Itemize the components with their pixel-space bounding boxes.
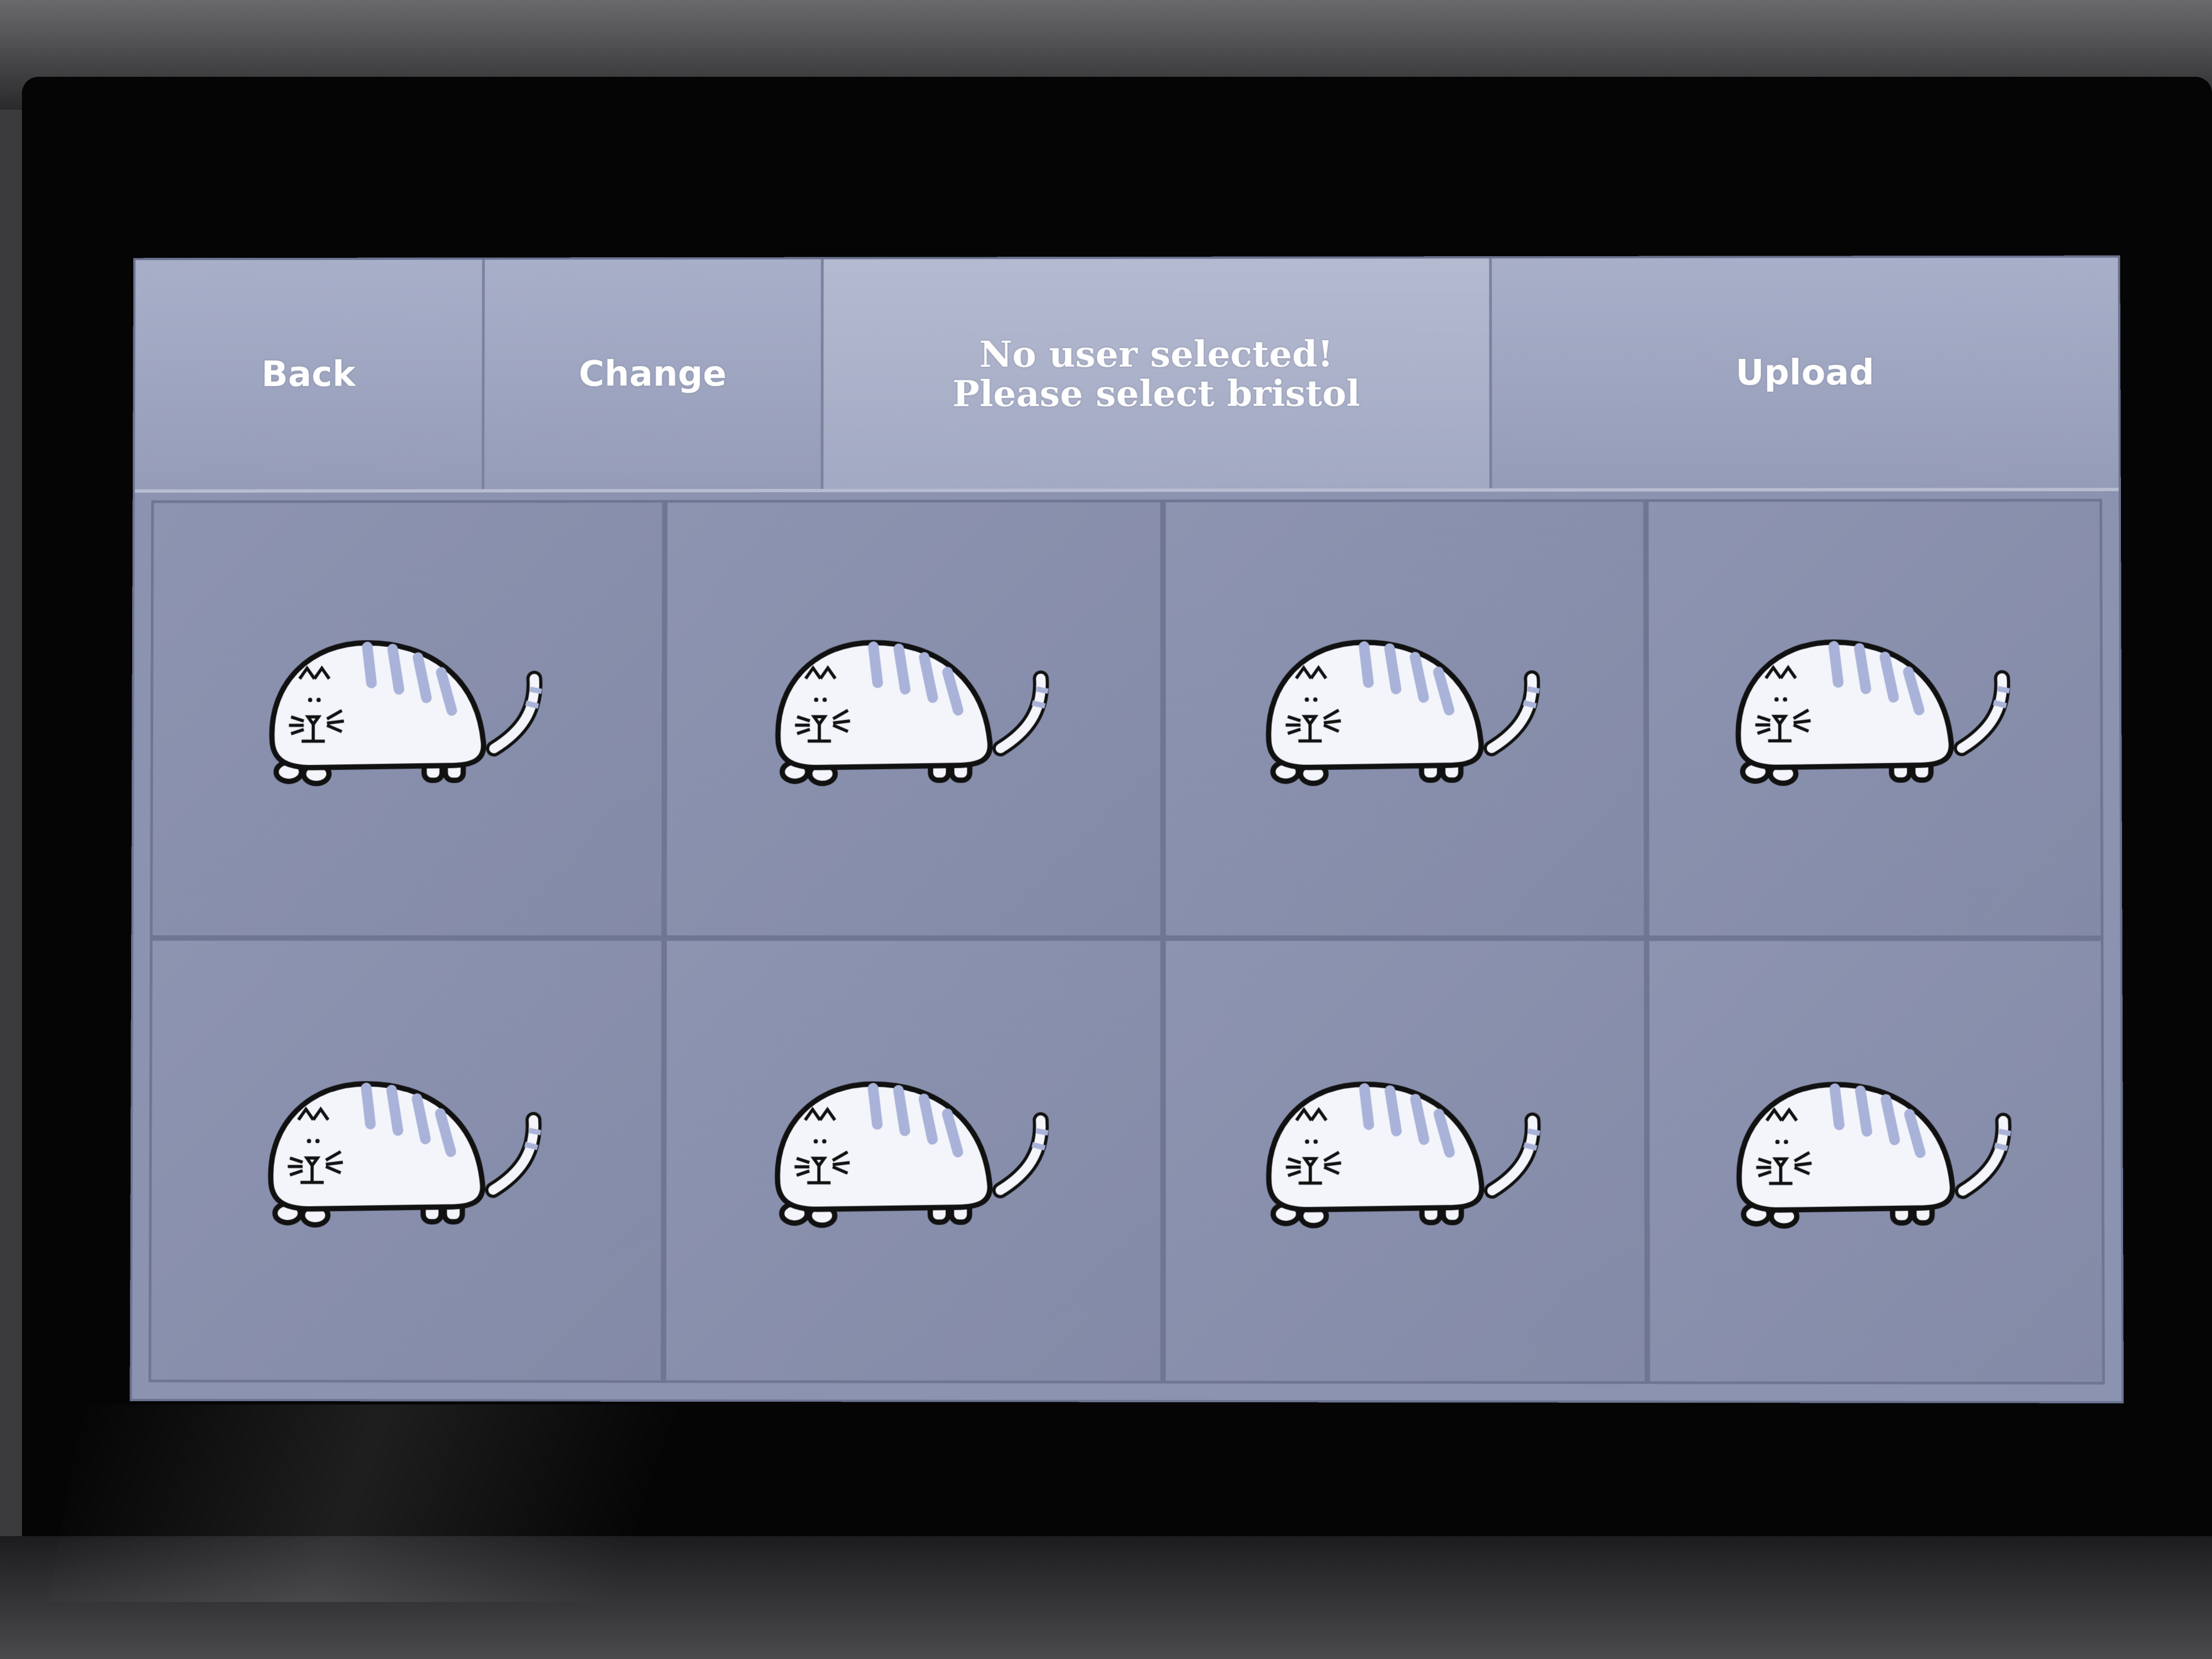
touch-screen: Back Change No user selected! Please sel…: [132, 257, 2122, 1401]
cat-icon: [1715, 611, 2035, 826]
status-line-1: No user selected!: [979, 332, 1334, 376]
grid-tile-4[interactable]: [1646, 499, 2104, 939]
upload-button-label: Upload: [1735, 352, 1875, 394]
grid-tile-2[interactable]: [664, 499, 1164, 939]
back-button-label: Back: [261, 354, 356, 395]
change-button-label: Change: [578, 354, 727, 395]
screen-glare: [48, 1404, 906, 1602]
grid-tile-6[interactable]: [663, 938, 1164, 1384]
top-toolbar: Back Change No user selected! Please sel…: [134, 257, 2119, 493]
selection-grid: [148, 499, 2105, 1385]
cat-icon: [754, 1053, 1073, 1268]
cat-icon: [247, 1053, 542, 1268]
grid-tile-3[interactable]: [1163, 499, 1647, 939]
upload-button[interactable]: Upload: [1492, 257, 2119, 489]
status-message: No user selected! Please select bristol: [823, 258, 1492, 489]
cat-icon: [755, 612, 1073, 826]
cat-icon: [1266, 640, 1564, 826]
cat-icon: [1716, 1054, 2035, 1269]
grid-tile-1[interactable]: [150, 500, 665, 938]
change-button[interactable]: Change: [484, 259, 824, 489]
cat-icon: [1245, 1053, 1565, 1268]
grid-tile-5[interactable]: [148, 938, 664, 1383]
grid-tile-7[interactable]: [1163, 938, 1647, 1384]
grid-tile-8[interactable]: [1646, 938, 2105, 1385]
cat-icon: [249, 612, 566, 826]
back-button[interactable]: Back: [134, 259, 485, 490]
status-line-2: Please select bristol: [952, 371, 1361, 415]
